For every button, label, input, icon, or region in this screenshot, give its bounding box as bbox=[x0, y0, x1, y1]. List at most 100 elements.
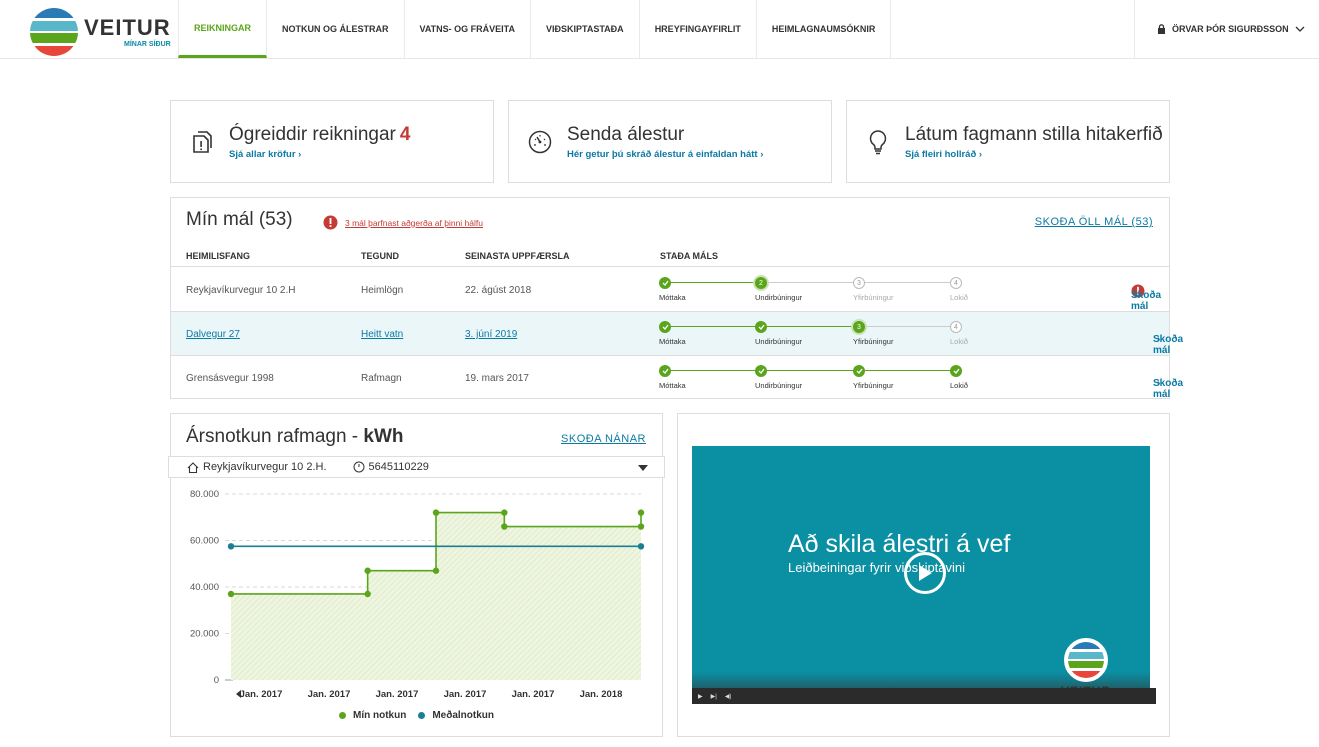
nav-notkun[interactable]: NOTKUN OG ÁLESTRAR bbox=[267, 0, 405, 58]
step-label: Móttaka bbox=[659, 381, 686, 390]
legend-label-avg-usage: Meðalnotkun bbox=[432, 710, 494, 721]
header-updated: SEINASTA UPPFÆRSLA bbox=[465, 251, 570, 261]
step-number: 3 bbox=[853, 321, 865, 333]
legend-item-avg-usage[interactable]: Meðalnotkun bbox=[418, 710, 494, 721]
send-reading-label: Hér getur þú skráð álestur á einfaldan h… bbox=[567, 148, 758, 160]
case-progress: Móttaka Undirbúningur Yfirbúningur Lokið bbox=[659, 365, 979, 395]
y-tick-label: 40.000 bbox=[190, 582, 219, 593]
progress-line bbox=[671, 326, 755, 327]
tips-card[interactable]: Látum fagmann stilla hitakerfið Sjá flei… bbox=[846, 100, 1170, 183]
legend-label-my-usage: Mín notkun bbox=[353, 710, 407, 721]
view-details-link[interactable]: SKOÐA NÁNAR bbox=[561, 433, 646, 445]
view-all-cases-link[interactable]: SKOÐA ÖLL MÁL (53) bbox=[1035, 216, 1153, 228]
my-usage-point bbox=[432, 509, 440, 516]
progress-step: Yfirbúningur bbox=[853, 365, 893, 390]
unpaid-bills-count: 4 bbox=[399, 123, 411, 145]
x-tick-label: Jan. 2017 bbox=[308, 689, 351, 700]
annual-usage-panel: Ársnotkun rafmagn - kWh SKOÐA NÁNAR Reyk… bbox=[168, 413, 665, 737]
send-reading-card[interactable]: Senda álestur Hér getur þú skráð álestur… bbox=[508, 100, 832, 183]
view-case-button[interactable]: Skoða mál › bbox=[1131, 284, 1161, 312]
y-tick-label: 0 bbox=[214, 675, 219, 686]
step-label: Móttaka bbox=[659, 337, 686, 346]
progress-line bbox=[671, 282, 755, 283]
progress-step: Móttaka bbox=[659, 365, 686, 390]
step-number: 4 bbox=[950, 321, 962, 333]
control-play-icon[interactable]: ▶ bbox=[698, 693, 703, 700]
check-icon bbox=[659, 321, 671, 333]
check-icon bbox=[659, 277, 671, 289]
nav-heimlagnaumsoknir[interactable]: HEIMLAGNAUMSÓKNIR bbox=[757, 0, 892, 58]
average-usage-point bbox=[637, 543, 645, 550]
scroll-left-icon bbox=[236, 690, 241, 698]
user-menu[interactable]: ÖRVAR ÞÓR SIGURÐSSON bbox=[1134, 0, 1319, 58]
see-all-claims-link[interactable]: Sjá allar kröfur › bbox=[229, 149, 410, 160]
step-label: Undirbúningur bbox=[755, 337, 803, 346]
meter-selector[interactable]: Reykjavíkurvegur 10 2.H. 5645110229 bbox=[168, 456, 665, 478]
my-cases-panel: Mín mál (53) 3 mál þarfnast aðgerða af þ… bbox=[170, 197, 1183, 400]
case-address[interactable]: Dalvegur 27 bbox=[186, 329, 240, 340]
progress-step: Undirbúningur bbox=[755, 321, 802, 346]
step-label: Lokið bbox=[950, 381, 968, 390]
brand-name: VEITUR bbox=[84, 14, 171, 40]
step-number: 3 bbox=[853, 277, 865, 289]
my-usage-point bbox=[227, 590, 235, 598]
control-next-icon[interactable]: ▶| bbox=[711, 693, 717, 700]
send-reading-title: Senda álestur bbox=[567, 123, 685, 145]
alert-icon bbox=[323, 215, 338, 230]
cases-warning[interactable]: 3 mál þarfnast aðgerða af þinni hálfu bbox=[323, 215, 483, 230]
play-icon[interactable] bbox=[904, 552, 946, 594]
video-player[interactable]: Að skila álestri á vef Leiðbeiningar fyr… bbox=[692, 446, 1150, 704]
tips-title: Látum fagmann stilla hitakerfið bbox=[905, 123, 1163, 145]
home-icon bbox=[187, 461, 199, 473]
document-icon bbox=[189, 129, 215, 155]
send-reading-link[interactable]: Hér getur þú skráð álestur á einfaldan h… bbox=[567, 149, 763, 160]
chevron-right-icon: › bbox=[1157, 334, 1161, 345]
progress-step: Lokið bbox=[950, 365, 968, 390]
veitur-logo[interactable]: VEITUR MÍNAR SÍÐUR bbox=[30, 8, 171, 56]
chevron-right-icon: › bbox=[1135, 290, 1139, 301]
progress-line bbox=[767, 282, 853, 283]
my-usage-point bbox=[637, 523, 645, 530]
case-updated: 22. ágúst 2018 bbox=[465, 285, 532, 296]
x-tick-label: Jan. 2017 bbox=[512, 689, 555, 700]
check-icon bbox=[755, 365, 767, 377]
step-label: Undirbúningur bbox=[755, 381, 803, 390]
nav-vidskiptastada[interactable]: VIÐSKIPTASTAÐA bbox=[531, 0, 640, 58]
progress-step: 4 Lokið bbox=[950, 321, 968, 346]
progress-step: Móttaka bbox=[659, 277, 686, 302]
control-volume-icon[interactable]: ◀) bbox=[725, 693, 732, 700]
my-usage-point bbox=[364, 590, 371, 598]
video-controls[interactable]: ▶ ▶| ◀) bbox=[692, 688, 1156, 704]
brand-subtitle: MÍNAR SÍÐUR bbox=[124, 40, 171, 48]
progress-line bbox=[671, 370, 755, 371]
usage-chart: 0 20.000 40.000 60.000 80.000 Jan. 2017 Jan. 2… bbox=[190, 489, 645, 700]
unpaid-bills-title: Ógreiddir reikningar bbox=[229, 123, 396, 145]
case-updated[interactable]: 3. júní 2019 bbox=[465, 329, 517, 340]
progress-line bbox=[767, 370, 853, 371]
my-usage-point bbox=[501, 509, 508, 516]
case-row[interactable]: Dalvegur 27 Heitt vatn 3. júní 2019 Móttaka… bbox=[171, 312, 1183, 356]
video-title: Að skila álestri á vef bbox=[788, 530, 1011, 558]
nav-vatns[interactable]: VATNS- OG FRÁVEITA bbox=[405, 0, 532, 58]
nav-reikningar[interactable]: REIKNINGAR bbox=[178, 0, 268, 58]
legend-item-my-usage[interactable]: Mín notkun bbox=[339, 710, 406, 721]
x-tick-label: Jan. 2017 bbox=[240, 689, 283, 700]
check-icon bbox=[950, 365, 962, 377]
unpaid-bills-card[interactable]: Ógreiddir reikningar 4 Sjá allar kröfur › bbox=[170, 100, 494, 183]
case-row[interactable]: Reykjavíkurvegur 10 2.H Heimlögn 22. ágúst… bbox=[171, 268, 1169, 312]
header-type: TEGUND bbox=[361, 251, 399, 261]
cases-warning-text: 3 mál þarfnast aðgerða af þinni hálfu bbox=[345, 217, 483, 228]
case-type[interactable]: Heitt vatn bbox=[361, 329, 403, 340]
average-usage-point bbox=[227, 543, 235, 550]
nav-hreyfingayfirlit[interactable]: HREYFINGAYFIRLIT bbox=[640, 0, 757, 58]
lock-icon bbox=[1158, 24, 1165, 34]
logo-mark-icon bbox=[30, 8, 78, 56]
progress-line bbox=[865, 370, 950, 371]
case-progress: Móttaka Undirbúningur 3 Yfirbúningur 4 Lokið bbox=[659, 321, 979, 351]
usage-title: Ársnotkun rafmagn - bbox=[186, 426, 364, 447]
case-row[interactable]: Grensásvegur 1998 Rafmagn 19. mars 2017 Mót… bbox=[171, 356, 1183, 400]
my-usage-point bbox=[637, 509, 645, 516]
case-address: Grensásvegur 1998 bbox=[186, 373, 274, 384]
more-tips-link[interactable]: Sjá fleiri hollráð › bbox=[905, 149, 1163, 160]
check-icon bbox=[755, 321, 767, 333]
